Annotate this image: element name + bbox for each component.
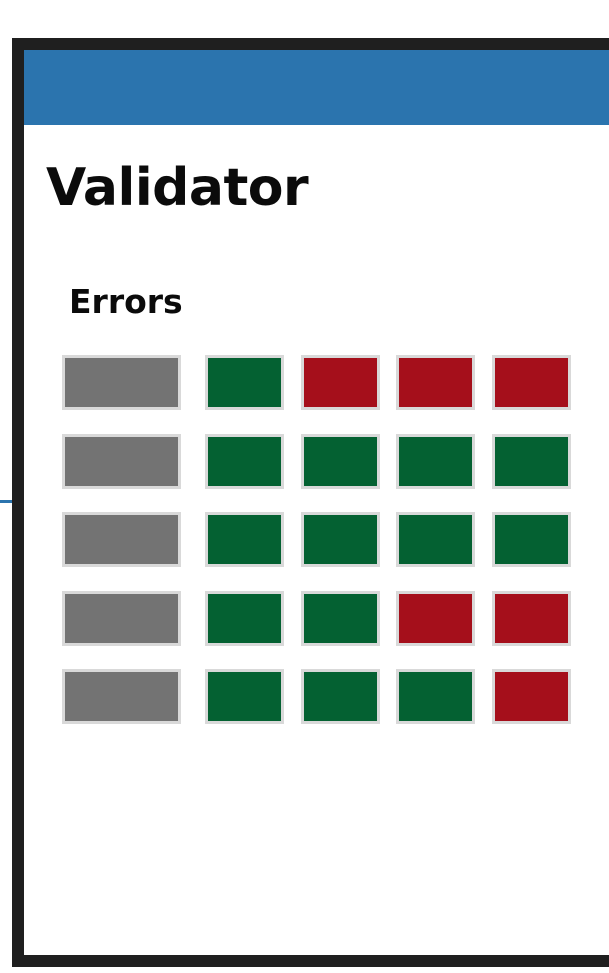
status-cell-fail: [396, 591, 475, 646]
status-cell-fail: [396, 355, 475, 410]
status-cell-pass: [492, 434, 571, 489]
status-cell-fail: [492, 669, 571, 724]
app-window: Validator Errors: [12, 38, 609, 967]
status-cell-pass: [205, 512, 284, 567]
row-label-cell: [62, 355, 181, 410]
status-cell-pass: [396, 669, 475, 724]
status-cell-pass: [492, 512, 571, 567]
status-cell-pass: [396, 434, 475, 489]
status-cell-pass: [205, 434, 284, 489]
row-label-cell: [62, 669, 181, 724]
status-cell-pass: [205, 355, 284, 410]
status-cell-pass: [301, 434, 380, 489]
status-cell-fail: [492, 355, 571, 410]
status-cell-pass: [205, 669, 284, 724]
status-cell-fail: [492, 591, 571, 646]
status-cell-pass: [301, 669, 380, 724]
status-cell-pass: [396, 512, 475, 567]
status-cell-fail: [301, 355, 380, 410]
status-cell-pass: [301, 591, 380, 646]
status-cell-pass: [301, 512, 380, 567]
row-label-cell: [62, 591, 181, 646]
errors-section-label: Errors: [69, 282, 183, 321]
status-cell-pass: [205, 591, 284, 646]
row-label-cell: [62, 512, 181, 567]
header-bar: [24, 50, 609, 125]
app-title: Validator: [46, 158, 309, 218]
row-label-cell: [62, 434, 181, 489]
